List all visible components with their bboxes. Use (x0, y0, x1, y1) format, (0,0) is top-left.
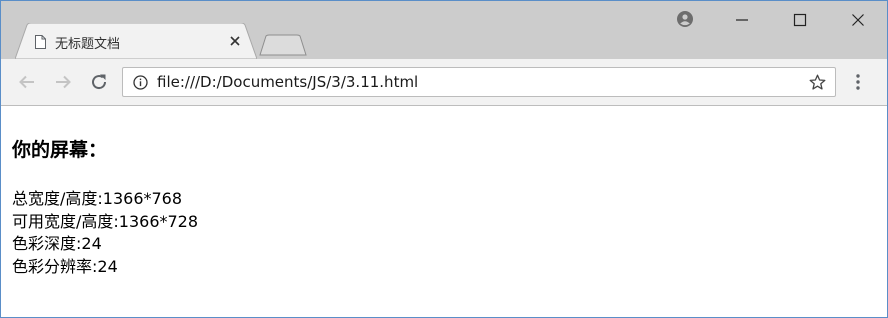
close-icon (852, 14, 864, 26)
tab-close-icon[interactable] (228, 34, 242, 48)
maximize-icon (793, 13, 807, 27)
minimize-icon (736, 19, 748, 21)
window-close-button[interactable] (829, 1, 887, 37)
browser-window: 无标题文档 file:///D:/Documents/JS/3/3.11.htm… (0, 0, 888, 318)
browser-toolbar: file:///D:/Documents/JS/3/3.11.html (1, 59, 887, 106)
tab-shape (15, 23, 257, 59)
back-arrow-icon[interactable] (17, 72, 37, 92)
tab-title: 无标题文档 (55, 37, 121, 52)
available-size-line: 可用宽度/高度:1366*728 (12, 211, 199, 231)
color-depth-line: 色彩深度:24 (12, 234, 102, 253)
minimize-button[interactable] (713, 1, 771, 37)
forward-arrow-icon[interactable] (53, 72, 73, 92)
screen-info-list: 总宽度/高度:1366*768 可用宽度/高度:1366*728 色彩深度:24… (12, 188, 198, 278)
total-size-line: 总宽度/高度:1366*768 (12, 189, 183, 208)
new-tab-icon[interactable] (259, 34, 307, 56)
star-icon[interactable] (809, 74, 826, 91)
pixel-depth-line: 色彩分辨率:24 (12, 256, 118, 276)
info-icon[interactable] (133, 75, 148, 90)
address-bar[interactable]: file:///D:/Documents/JS/3/3.11.html (122, 67, 836, 97)
kebab-menu-icon[interactable] (853, 72, 863, 92)
maximize-button[interactable] (771, 1, 829, 37)
page-content: 你的屏幕： 总宽度/高度:1366*768 可用宽度/高度:1366*728 色… (1, 106, 887, 317)
document-icon (35, 35, 46, 49)
active-tab[interactable]: 无标题文档 (15, 23, 257, 59)
page-heading: 你的屏幕： (12, 139, 108, 161)
reload-icon[interactable] (89, 72, 109, 92)
tab-strip: 无标题文档 (1, 1, 887, 59)
profile-icon[interactable] (677, 11, 693, 27)
url-text[interactable]: file:///D:/Documents/JS/3/3.11.html (157, 73, 418, 91)
